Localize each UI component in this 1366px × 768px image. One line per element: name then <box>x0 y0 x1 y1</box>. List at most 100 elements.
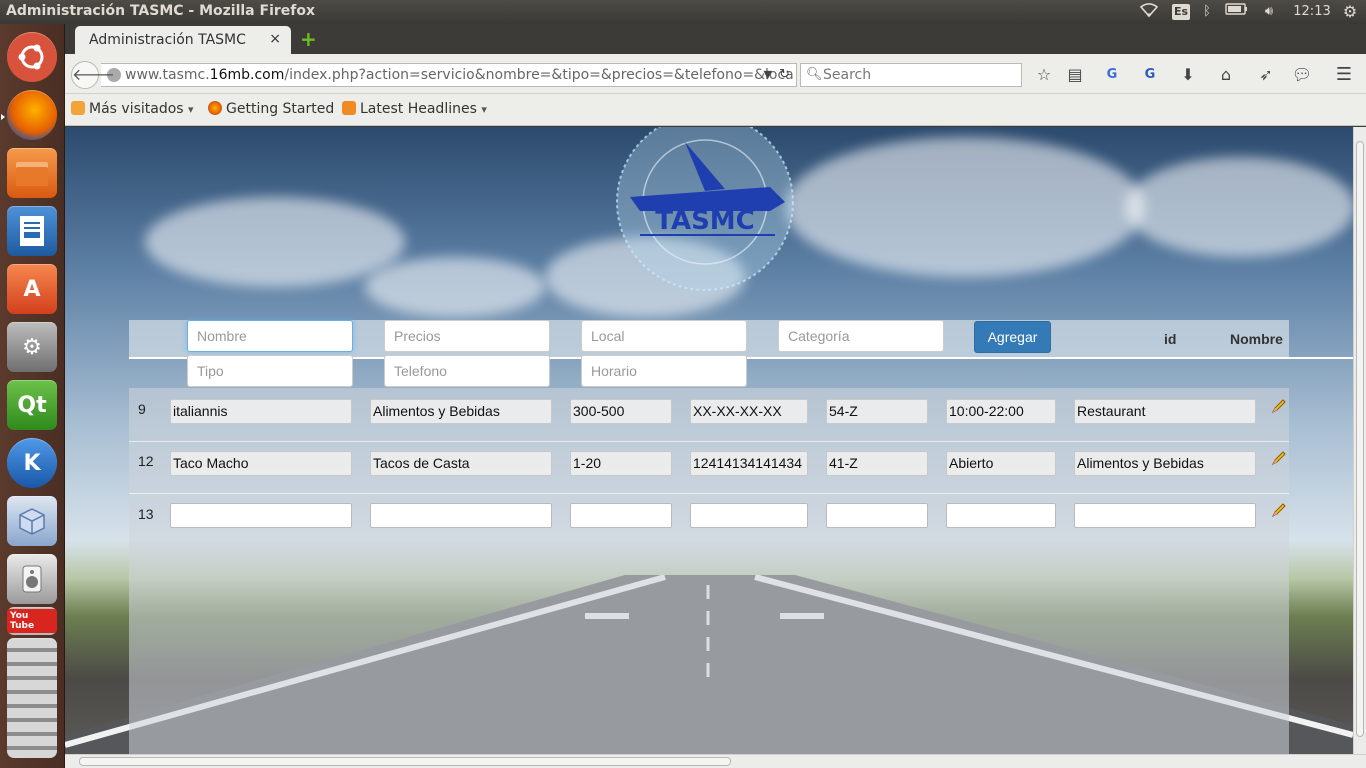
cloud <box>785 137 1145 277</box>
edit-pencil-icon[interactable] <box>1271 450 1287 466</box>
unity-launcher: A ⚙ Qt K You Tube <box>0 24 65 768</box>
bookmark-star-icon[interactable]: ☆ <box>1033 64 1055 86</box>
cell-categoria[interactable]: Alimentos y Bebidas <box>1074 451 1256 476</box>
cell-telefono[interactable] <box>690 503 808 528</box>
writer-icon[interactable] <box>7 206 57 256</box>
google-addon-icon[interactable]: G <box>1101 64 1123 86</box>
cell-tipo[interactable]: Alimentos y Bebidas <box>370 399 552 424</box>
bookmark-getting-started[interactable]: Getting Started <box>208 101 334 117</box>
software-center-icon[interactable]: A <box>7 264 57 314</box>
column-header-nombre: Nombre <box>1230 331 1283 347</box>
tipo-input[interactable]: Tipo <box>187 355 353 387</box>
bookmarks-menu-icon[interactable]: ▤ <box>1064 64 1086 86</box>
cell-precios[interactable] <box>570 503 672 528</box>
new-tab-button[interactable]: + <box>300 29 317 49</box>
bookmark-latest-headlines[interactable]: Latest Headlines ▾ <box>342 101 487 117</box>
cell-telefono[interactable]: 12414134141434 <box>690 451 808 476</box>
reload-icon[interactable]: ↻ <box>779 64 790 86</box>
cell-horario[interactable]: 10:00-22:00 <box>946 399 1056 424</box>
cell-local[interactable]: 41-Z <box>826 451 928 476</box>
bookmark-label: Latest Headlines <box>360 101 477 117</box>
clock[interactable]: 12:13 <box>1292 2 1332 22</box>
url-domain: 16mb.com <box>209 67 285 83</box>
categoria-input[interactable]: Categoría <box>778 320 944 352</box>
horizontal-scroll-thumb[interactable] <box>79 757 731 766</box>
precios-input[interactable]: Precios <box>384 320 550 352</box>
top-panel: Administración TASMC - Mozilla Firefox E… <box>0 0 1366 24</box>
nombre-input[interactable]: Nombre <box>187 320 353 352</box>
ubuntu-dash-icon[interactable] <box>7 32 57 82</box>
session-gear-icon[interactable]: ⚙ <box>1340 2 1360 22</box>
firefox-icon[interactable] <box>7 90 57 140</box>
speaker-icon[interactable] <box>7 554 57 604</box>
agregar-button[interactable]: Agregar <box>974 321 1051 353</box>
telefono-input[interactable]: Telefono <box>384 355 550 387</box>
bookmark-label: Más visitados <box>89 101 184 117</box>
dropdown-icon: ▾ <box>481 103 487 116</box>
cell-categoria[interactable] <box>1074 503 1256 528</box>
home-icon[interactable]: ⌂ <box>1215 64 1237 86</box>
vertical-scrollbar[interactable] <box>1353 127 1366 754</box>
cell-horario[interactable] <box>946 503 1056 528</box>
url-prefix: www.tasmc. <box>125 67 210 83</box>
downloads-icon[interactable]: ⬇ <box>1177 64 1199 86</box>
system-settings-icon[interactable]: ⚙ <box>7 322 57 372</box>
rss-icon <box>342 101 356 115</box>
edit-pencil-icon[interactable] <box>1271 398 1287 414</box>
tab-administracion[interactable]: Administración TASMC × <box>75 26 291 54</box>
close-tab-icon[interactable]: × <box>269 31 281 47</box>
wifi-icon[interactable] <box>1138 2 1160 22</box>
volume-icon[interactable]: 🔊︎ <box>1258 2 1280 22</box>
dropdown-icon: ▾ <box>188 103 194 116</box>
vertical-scroll-thumb[interactable] <box>1356 141 1364 737</box>
virtualbox-icon[interactable] <box>7 496 57 546</box>
row-id: 12 <box>138 453 154 469</box>
menu-hamburger-icon[interactable]: ☰ <box>1333 64 1355 86</box>
qt-creator-icon[interactable]: Qt <box>7 380 57 430</box>
tab-bar: Administración TASMC × + <box>65 24 1366 54</box>
active-indicator <box>1 114 5 120</box>
kile-icon[interactable]: K <box>7 438 57 488</box>
search-placeholder: Search <box>823 67 872 83</box>
chat-icon[interactable]: 💬︎ <box>1291 64 1313 86</box>
youtube-icon[interactable]: You Tube <box>7 607 57 635</box>
window-title: Administración TASMC - Mozilla Firefox <box>6 3 316 19</box>
row-divider <box>129 441 1289 442</box>
url-bar[interactable]: www.tasmc.16mb.com/index.php?action=serv… <box>101 63 797 87</box>
logo-text: TASMC <box>655 206 755 236</box>
cloud <box>1125 157 1353 257</box>
cell-categoria[interactable]: Restaurant <box>1074 399 1256 424</box>
search-input[interactable]: 🔍︎ Search <box>800 63 1022 87</box>
search-icon: 🔍︎ <box>806 67 823 82</box>
horario-input[interactable]: Horario <box>581 355 747 387</box>
keyboard-layout-indicator[interactable]: Es <box>1172 4 1190 20</box>
files-icon[interactable] <box>7 148 57 198</box>
row-divider <box>129 493 1289 494</box>
local-input[interactable]: Local <box>581 320 747 352</box>
battery-icon[interactable] <box>1224 2 1250 22</box>
cell-telefono[interactable]: XX-XX-XX-XX <box>690 399 808 424</box>
bookmark-mas-visitados[interactable]: Más visitados ▾ <box>71 101 194 117</box>
trash-stack-icon[interactable] <box>7 638 57 758</box>
cell-nombre[interactable]: Taco Macho <box>170 451 352 476</box>
bookmarks-toolbar: Más visitados ▾ Getting Started Latest H… <box>65 94 1366 126</box>
cell-horario[interactable]: Abierto <box>946 451 1056 476</box>
bluetooth-icon[interactable]: ᛒ <box>1200 2 1214 22</box>
cell-nombre[interactable]: italiannis <box>170 399 352 424</box>
url-path: /index.php?action=servicio&nombre=&tipo=… <box>284 67 794 83</box>
horizontal-scrollbar[interactable] <box>65 754 1366 768</box>
cell-tipo[interactable] <box>370 503 552 528</box>
cell-nombre[interactable] <box>170 503 352 528</box>
back-button[interactable]: 🡐 <box>71 61 115 89</box>
cell-tipo[interactable]: Tacos de Casta <box>370 451 552 476</box>
send-icon[interactable]: ➶ <box>1255 64 1277 86</box>
google-translate-icon[interactable]: G <box>1139 64 1161 86</box>
row-id: 9 <box>138 401 146 417</box>
cell-precios[interactable]: 300-500 <box>570 399 672 424</box>
edit-pencil-icon[interactable] <box>1271 502 1287 518</box>
tasmc-logo: TASMC <box>616 127 794 291</box>
cell-local[interactable]: 54-Z <box>826 399 928 424</box>
cell-precios[interactable]: 1-20 <box>570 451 672 476</box>
url-history-dropdown-icon[interactable]: ▼ <box>764 64 772 86</box>
cell-local[interactable] <box>826 503 928 528</box>
